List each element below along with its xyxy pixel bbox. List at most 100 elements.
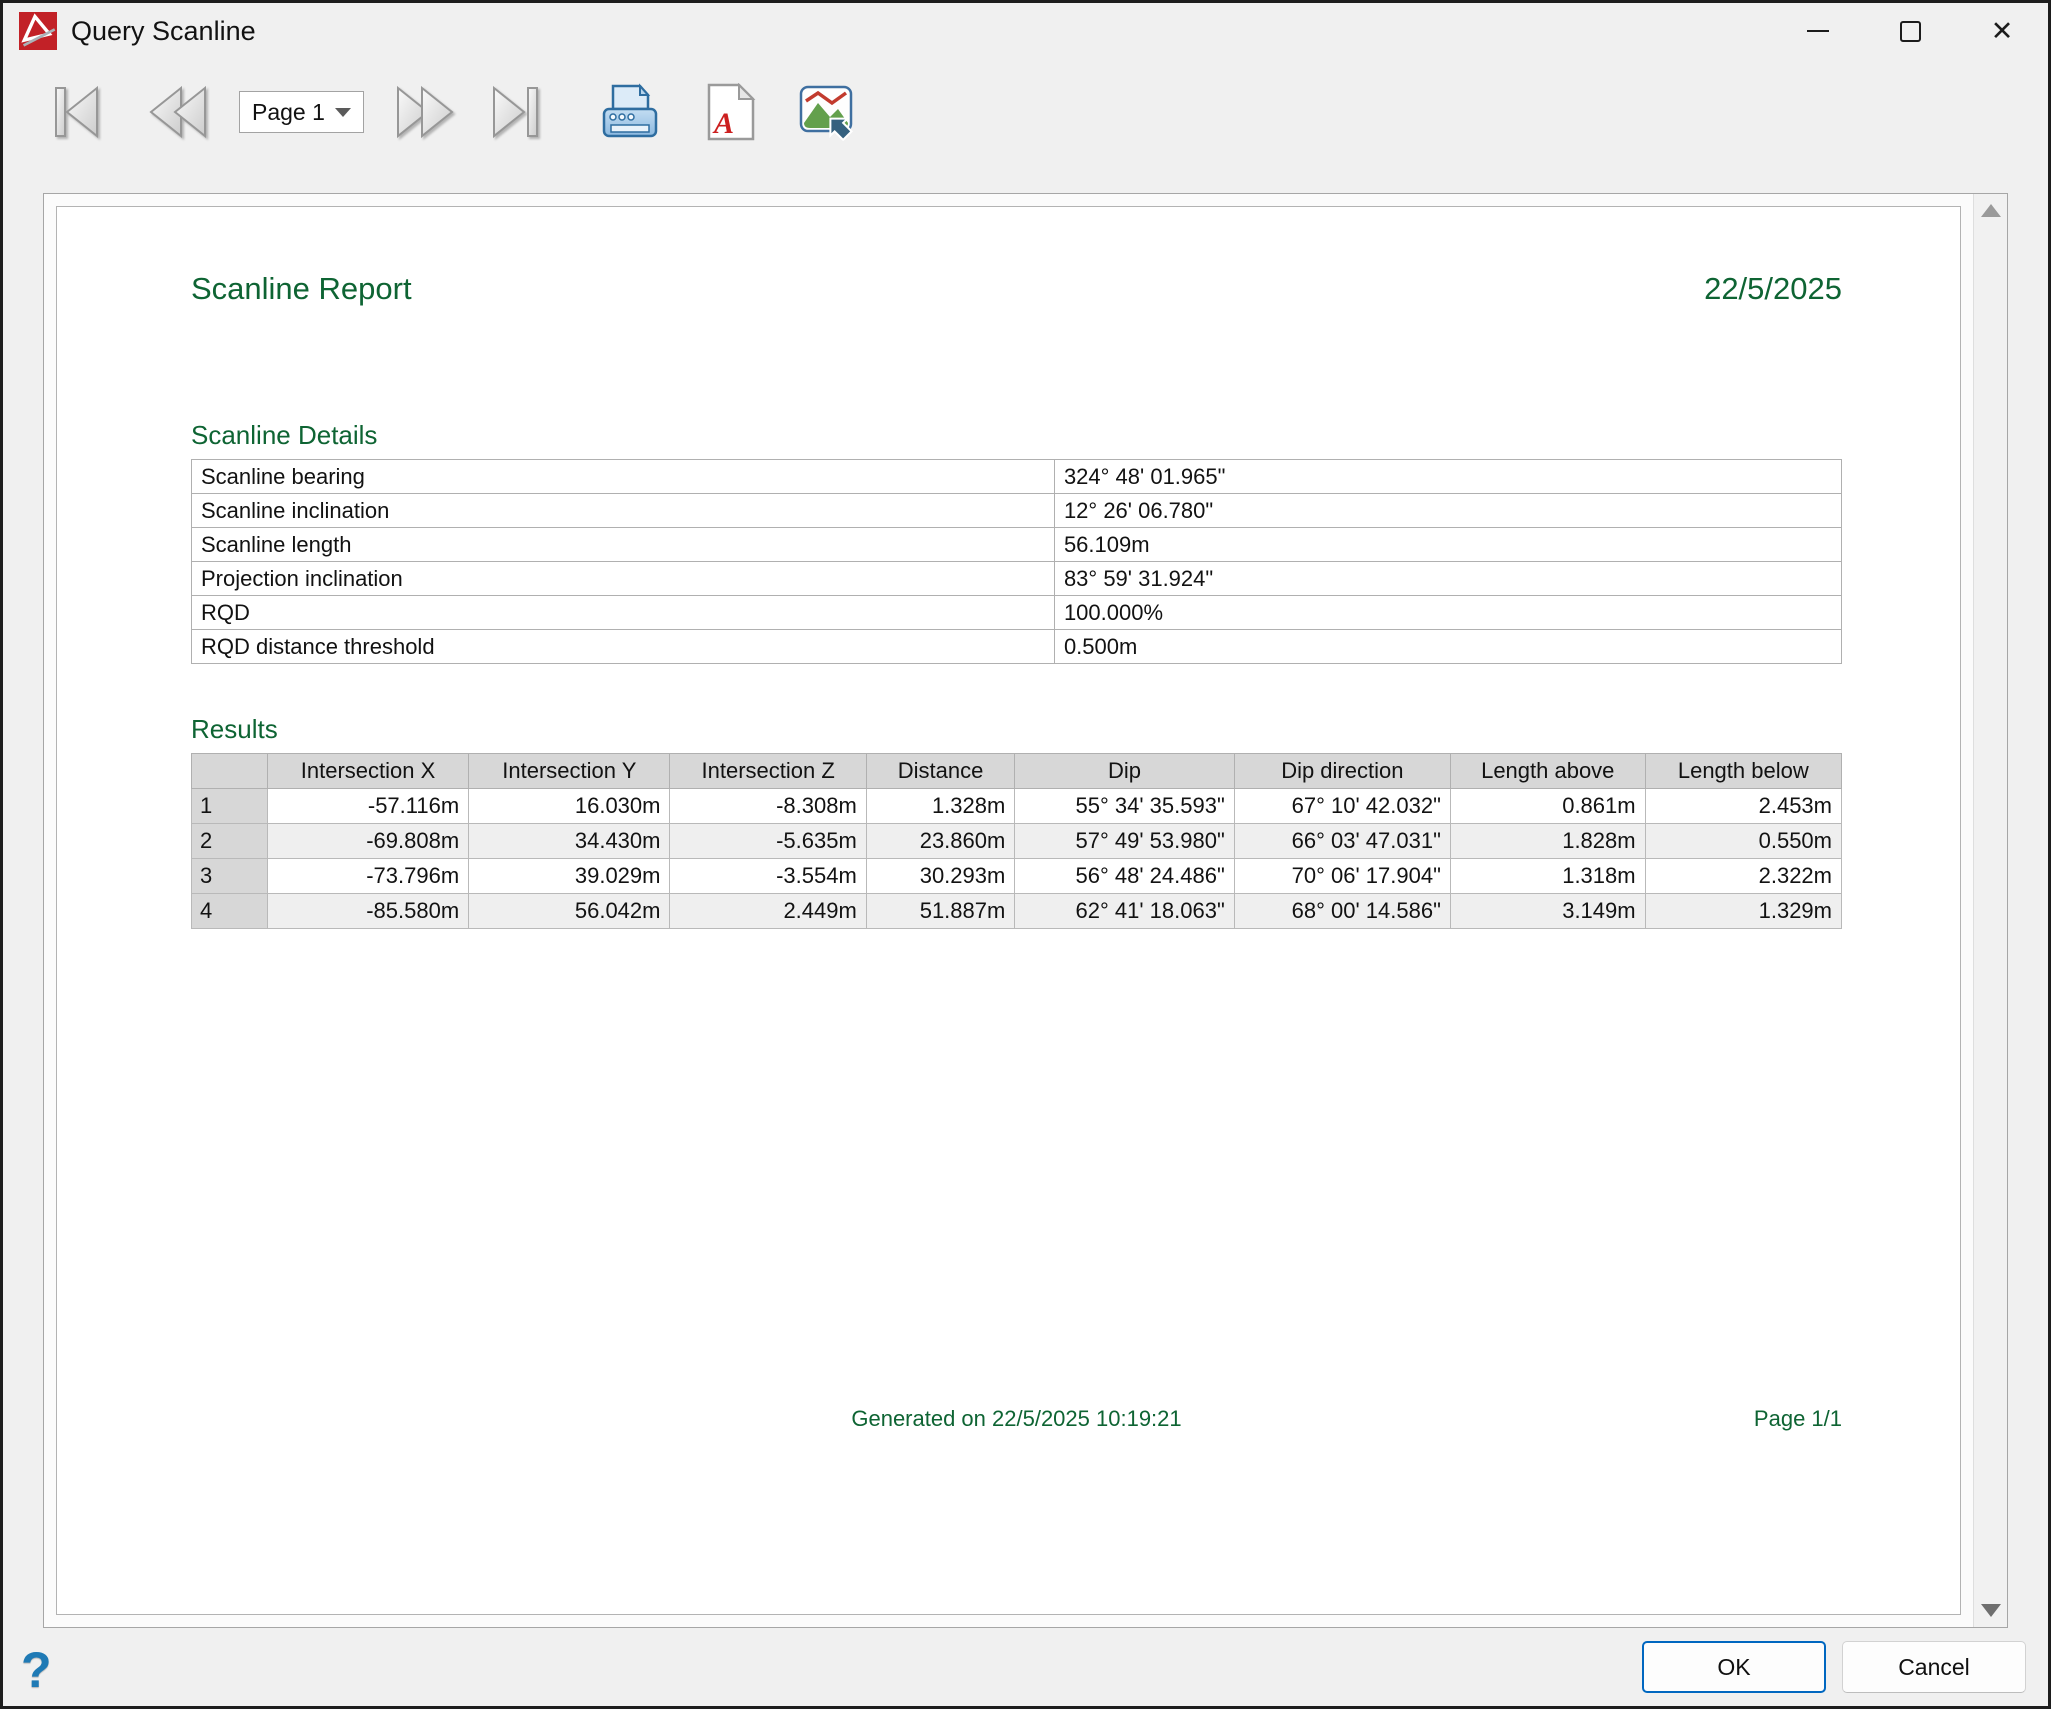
results-value-cell: -5.635m bbox=[670, 824, 866, 859]
results-value-cell: 67° 10' 42.032" bbox=[1234, 789, 1450, 824]
scroll-down-icon[interactable] bbox=[1981, 1604, 2001, 1617]
details-label-cell: RQD distance threshold bbox=[192, 630, 1055, 664]
maximize-icon bbox=[1900, 21, 1921, 42]
results-value-cell: -85.580m bbox=[267, 894, 468, 929]
results-value-cell: 56.042m bbox=[469, 894, 670, 929]
minimize-button[interactable] bbox=[1772, 3, 1864, 59]
results-value-cell: -73.796m bbox=[267, 859, 468, 894]
page-selector-value: Page 1 bbox=[252, 99, 325, 126]
results-value-cell: 55° 34' 35.593" bbox=[1015, 789, 1234, 824]
results-value-cell: -69.808m bbox=[267, 824, 468, 859]
results-value-cell: -8.308m bbox=[670, 789, 866, 824]
print-button[interactable] bbox=[598, 83, 662, 141]
details-value-cell: 100.000% bbox=[1054, 596, 1841, 630]
dialog-buttons: OK Cancel bbox=[1642, 1641, 2030, 1693]
cancel-button[interactable]: Cancel bbox=[1842, 1641, 2026, 1693]
details-section-heading: Scanline Details bbox=[191, 420, 1842, 451]
details-row: Scanline length56.109m bbox=[192, 528, 1842, 562]
results-row: 3-73.796m39.029m-3.554m30.293m56° 48' 24… bbox=[192, 859, 1842, 894]
report-page: Scanline Report 22/5/2025 Scanline Detai… bbox=[56, 206, 1961, 1615]
minimize-icon bbox=[1807, 30, 1829, 33]
export-image-icon bbox=[798, 83, 860, 141]
results-value-cell: 2.449m bbox=[670, 894, 866, 929]
results-header-cell: Intersection X bbox=[267, 754, 468, 789]
results-value-cell: 68° 00' 14.586" bbox=[1234, 894, 1450, 929]
results-header-cell: Length below bbox=[1645, 754, 1841, 789]
details-value-cell: 324° 48' 01.965" bbox=[1054, 460, 1841, 494]
details-label-cell: Scanline inclination bbox=[192, 494, 1055, 528]
results-value-cell: 66° 03' 47.031" bbox=[1234, 824, 1450, 859]
last-page-button[interactable] bbox=[486, 83, 552, 141]
printer-icon bbox=[598, 83, 662, 141]
titlebar: Query Scanline ✕ bbox=[3, 3, 2048, 59]
page-selector[interactable]: Page 1 bbox=[239, 91, 364, 133]
report-title: Scanline Report bbox=[191, 271, 412, 307]
results-header-cell bbox=[192, 754, 268, 789]
chevron-down-icon bbox=[335, 108, 351, 117]
last-page-icon bbox=[486, 83, 552, 141]
first-page-button[interactable] bbox=[51, 83, 117, 141]
maximize-button[interactable] bbox=[1864, 3, 1956, 59]
results-table: Intersection XIntersection YIntersection… bbox=[191, 753, 1842, 929]
details-label-cell: Scanline bearing bbox=[192, 460, 1055, 494]
results-value-cell: 51.887m bbox=[866, 894, 1015, 929]
details-row: Scanline bearing324° 48' 01.965" bbox=[192, 460, 1842, 494]
results-value-cell: 23.860m bbox=[866, 824, 1015, 859]
results-section-heading: Results bbox=[191, 714, 1842, 745]
results-index-cell: 1 bbox=[192, 789, 268, 824]
results-value-cell: 1.328m bbox=[866, 789, 1015, 824]
details-row: Projection inclination83° 59' 31.924" bbox=[192, 562, 1842, 596]
page-footer: Generated on 22/5/2025 10:19:21 Page 1/1 bbox=[191, 1406, 1842, 1436]
results-value-cell: 30.293m bbox=[866, 859, 1015, 894]
results-header-row: Intersection XIntersection YIntersection… bbox=[192, 754, 1842, 789]
details-label-cell: Projection inclination bbox=[192, 562, 1055, 596]
report-preview: Scanline Report 22/5/2025 Scanline Detai… bbox=[43, 193, 2008, 1628]
details-label-cell: Scanline length bbox=[192, 528, 1055, 562]
details-table: Scanline bearing324° 48' 01.965"Scanline… bbox=[191, 459, 1842, 664]
results-value-cell: 34.430m bbox=[469, 824, 670, 859]
app-logo-icon bbox=[19, 12, 57, 50]
scroll-up-icon[interactable] bbox=[1981, 204, 2001, 217]
results-value-cell: 39.029m bbox=[469, 859, 670, 894]
ok-button[interactable]: OK bbox=[1642, 1641, 1826, 1693]
details-value-cell: 12° 26' 06.780" bbox=[1054, 494, 1841, 528]
results-value-cell: 1.329m bbox=[1645, 894, 1841, 929]
page-indicator: Page 1/1 bbox=[1754, 1406, 1842, 1432]
vertical-scrollbar[interactable] bbox=[1973, 194, 2007, 1627]
help-button[interactable]: ? bbox=[21, 1645, 52, 1695]
results-header-cell: Intersection Z bbox=[670, 754, 866, 789]
details-table-body: Scanline bearing324° 48' 01.965"Scanline… bbox=[192, 460, 1842, 664]
query-scanline-dialog: Query Scanline ✕ Page 1 bbox=[0, 0, 2051, 1709]
report-date: 22/5/2025 bbox=[1704, 271, 1842, 307]
results-index-cell: 2 bbox=[192, 824, 268, 859]
results-value-cell: 3.149m bbox=[1450, 894, 1645, 929]
results-value-cell: 16.030m bbox=[469, 789, 670, 824]
results-value-cell: 70° 06' 17.904" bbox=[1234, 859, 1450, 894]
results-header-cell: Intersection Y bbox=[469, 754, 670, 789]
results-value-cell: 1.318m bbox=[1450, 859, 1645, 894]
next-page-button[interactable] bbox=[392, 83, 458, 141]
previous-page-button[interactable] bbox=[145, 83, 211, 141]
export-image-button[interactable] bbox=[798, 83, 860, 141]
results-value-cell: 2.322m bbox=[1645, 859, 1841, 894]
details-row: Scanline inclination12° 26' 06.780" bbox=[192, 494, 1842, 528]
details-value-cell: 56.109m bbox=[1054, 528, 1841, 562]
export-pdf-button[interactable]: A bbox=[702, 83, 758, 141]
results-value-cell: 0.861m bbox=[1450, 789, 1645, 824]
results-header-cell: Dip bbox=[1015, 754, 1234, 789]
results-value-cell: 57° 49' 53.980" bbox=[1015, 824, 1234, 859]
window-controls: ✕ bbox=[1772, 3, 2048, 59]
results-value-cell: 0.550m bbox=[1645, 824, 1841, 859]
results-value-cell: 2.453m bbox=[1645, 789, 1841, 824]
previous-page-icon bbox=[145, 83, 211, 141]
generated-timestamp: Generated on 22/5/2025 10:19:21 bbox=[191, 1406, 1842, 1432]
results-header-cell: Dip direction bbox=[1234, 754, 1450, 789]
results-header-cell: Length above bbox=[1450, 754, 1645, 789]
report-header: Scanline Report 22/5/2025 bbox=[191, 271, 1842, 307]
toolbar: Page 1 bbox=[3, 59, 2048, 159]
close-button[interactable]: ✕ bbox=[1956, 3, 2048, 59]
bottom-bar: ? OK Cancel bbox=[3, 1628, 2048, 1706]
details-label-cell: RQD bbox=[192, 596, 1055, 630]
results-header-cell: Distance bbox=[866, 754, 1015, 789]
results-row: 2-69.808m34.430m-5.635m23.860m57° 49' 53… bbox=[192, 824, 1842, 859]
